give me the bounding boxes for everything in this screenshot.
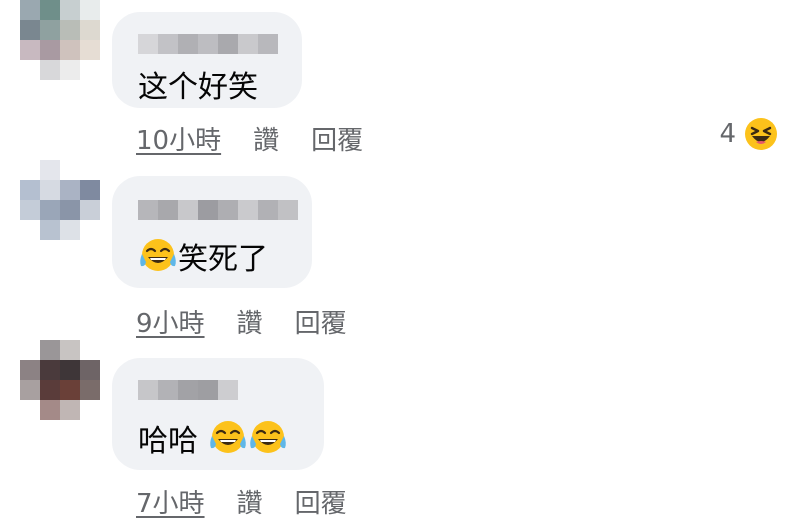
comment-actions: 9小時 讚 回覆	[136, 303, 347, 340]
comment-actions: 10小時 讚 回覆	[136, 120, 363, 157]
timestamp-link[interactable]: 9小時	[136, 303, 205, 340]
tears-of-joy-emoji-icon	[138, 236, 178, 276]
author-name-blurred[interactable]	[138, 380, 238, 400]
timestamp-link[interactable]: 10小時	[136, 120, 221, 157]
author-name-blurred[interactable]	[138, 34, 278, 54]
comment-text: 笑死了	[138, 234, 268, 278]
author-name-blurred[interactable]	[138, 200, 298, 220]
comment-text: 这个好笑	[138, 62, 258, 106]
avatar[interactable]	[20, 340, 100, 420]
comment-text: 哈哈	[138, 416, 288, 460]
comment-text-content: 哈哈	[138, 424, 198, 459]
like-button[interactable]: 讚	[237, 303, 263, 340]
comment-text-content: 这个好笑	[138, 70, 258, 105]
reply-button[interactable]: 回覆	[295, 483, 347, 520]
reply-button[interactable]: 回覆	[295, 303, 347, 340]
laughing-squint-emoji-icon	[744, 117, 778, 151]
like-button[interactable]: 讚	[237, 483, 263, 520]
avatar[interactable]	[20, 160, 100, 240]
reaction-count: 4	[719, 119, 736, 149]
reply-button[interactable]: 回覆	[311, 120, 363, 157]
timestamp-link[interactable]: 7小時	[136, 483, 205, 520]
avatar[interactable]	[20, 0, 100, 80]
comment-1: 这个好笑 10小時 讚 回覆 4	[0, 0, 800, 165]
tears-of-joy-emoji-icon	[248, 418, 288, 458]
comment-actions: 7小時 讚 回覆	[136, 483, 347, 520]
comment-bubble[interactable]: 哈哈	[112, 358, 324, 470]
reaction-summary[interactable]: 4	[719, 117, 778, 151]
comment-bubble[interactable]: 这个好笑	[112, 12, 302, 108]
comment-2: 笑死了 9小時 讚 回覆	[0, 160, 800, 340]
tears-of-joy-emoji-icon	[208, 418, 248, 458]
comment-3: 哈哈 7小時 讚 回覆	[0, 340, 800, 519]
like-button[interactable]: 讚	[253, 120, 279, 157]
comment-bubble[interactable]: 笑死了	[112, 176, 312, 288]
comment-text-content: 笑死了	[178, 242, 268, 277]
